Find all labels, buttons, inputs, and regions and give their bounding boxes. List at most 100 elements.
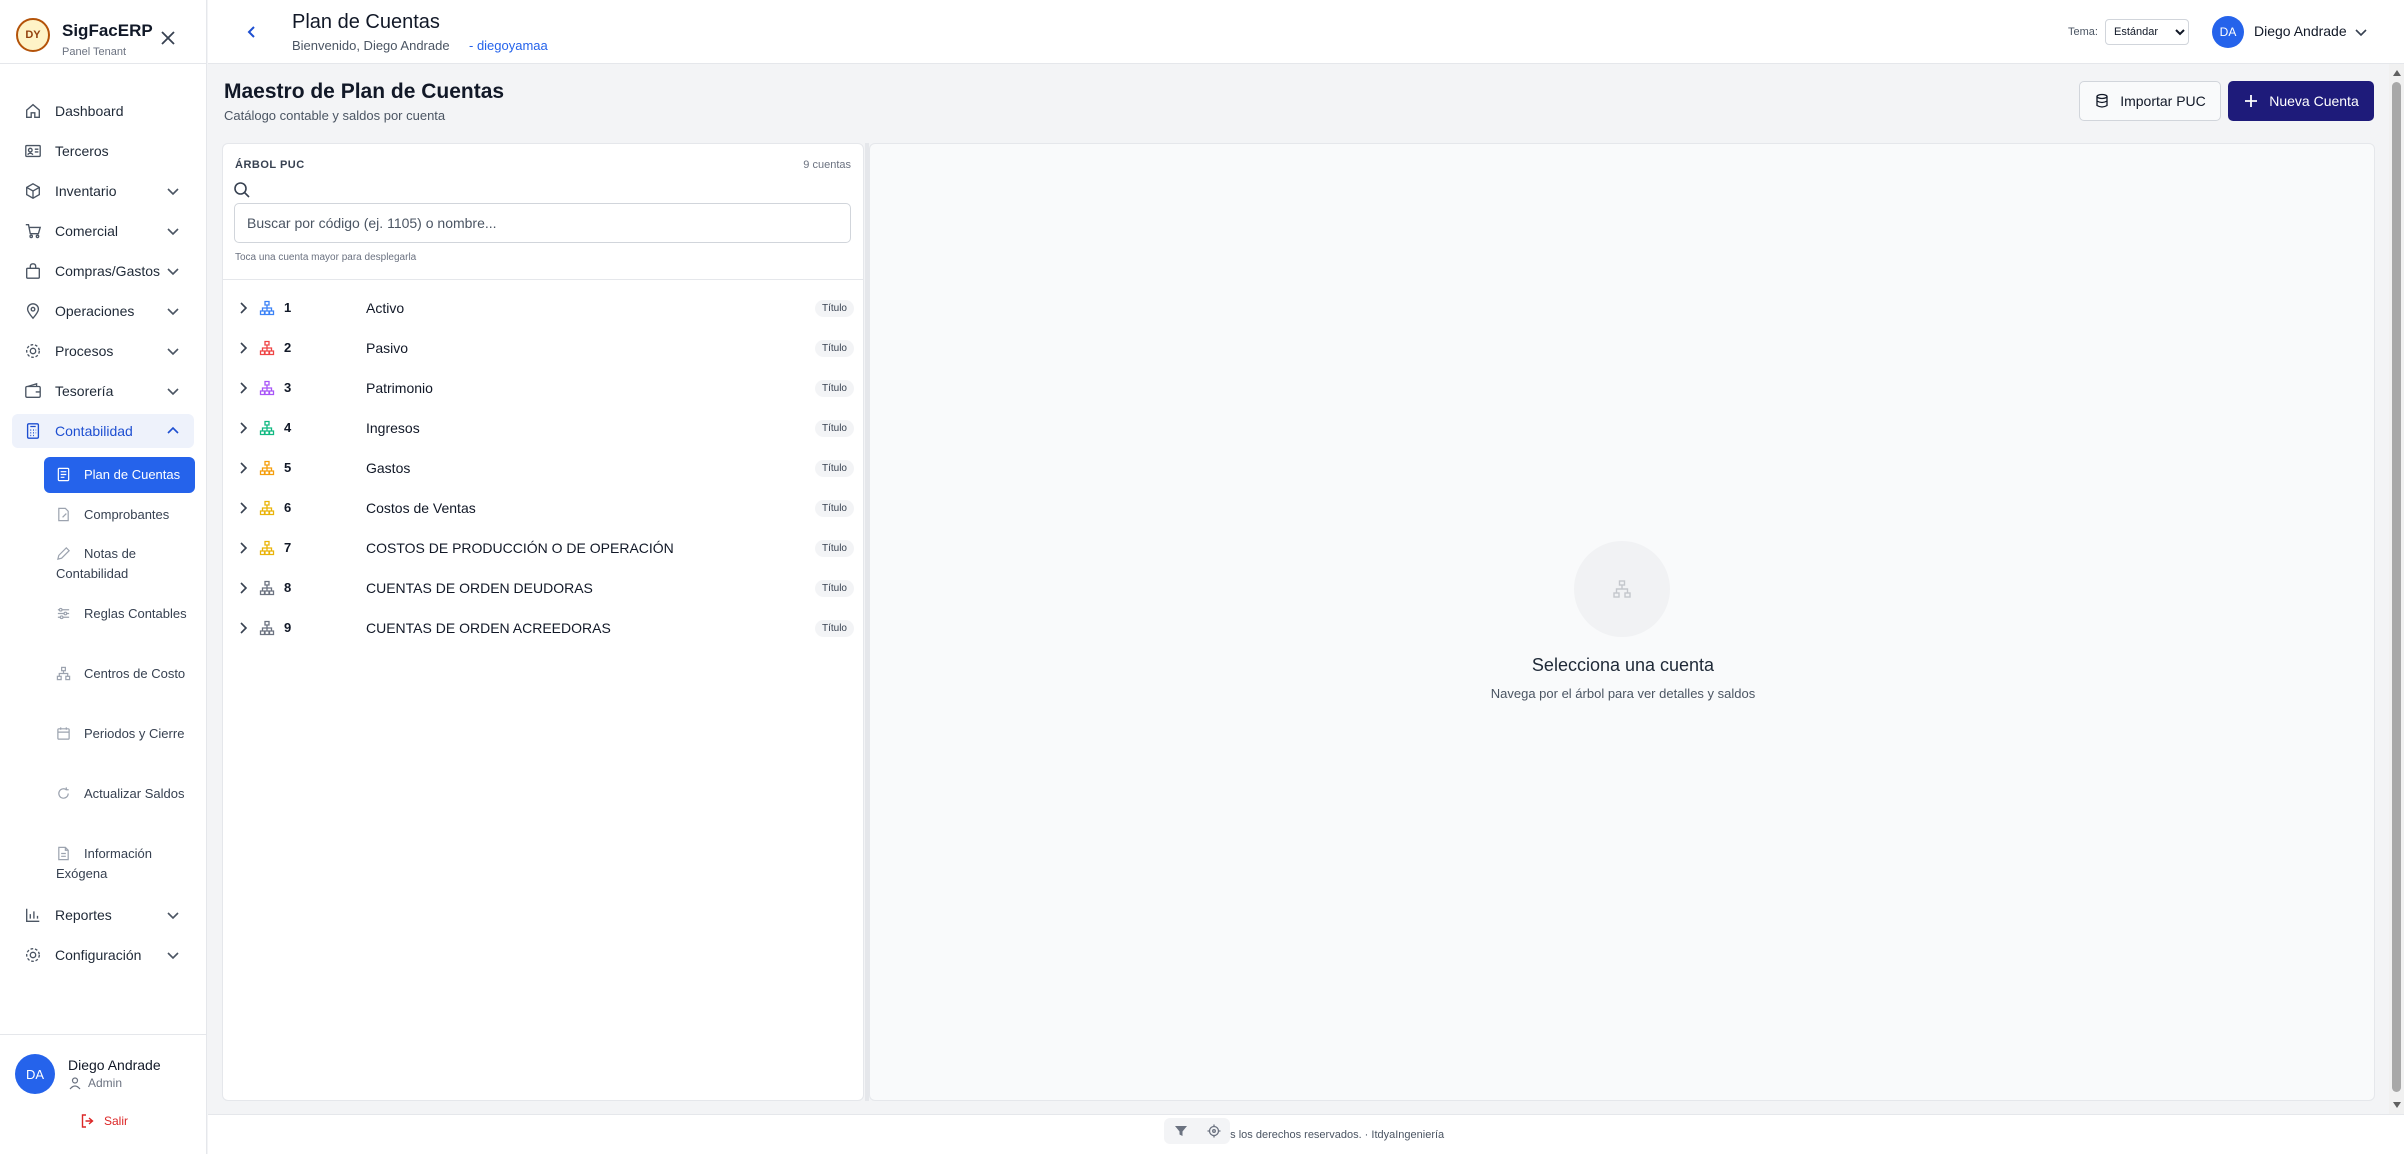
page-subtitle: Catálogo contable y saldos por cuenta <box>224 108 446 123</box>
account-type-badge: Título <box>814 300 854 317</box>
filter-icon[interactable] <box>1174 1124 1188 1138</box>
account-name: Activo <box>366 300 405 316</box>
file-edit-icon <box>58 507 69 522</box>
chevron-up-icon <box>167 426 179 434</box>
account-tree-icon <box>259 300 275 316</box>
sidebar-item-comercial[interactable]: Comercial <box>12 214 194 248</box>
chevron-down-icon <box>167 228 179 236</box>
tree-row[interactable]: 9 CUENTAS DE ORDEN ACREEDORAS Título <box>223 608 863 648</box>
chevron-right-icon[interactable] <box>235 300 251 316</box>
sidebar-subitem-notas[interactable]: Notas de Contabilidad <box>44 544 195 584</box>
import-puc-button[interactable]: Importar PUC <box>2079 81 2221 121</box>
close-icon[interactable] <box>158 28 178 48</box>
empty-state-title: Selecciona una cuenta <box>1531 655 1715 675</box>
search-input[interactable] <box>234 203 851 243</box>
tree-label: ÁRBOL PUC <box>235 159 305 171</box>
sidebar-subitem-centros[interactable]: Centros de Costo <box>44 664 195 684</box>
logout-label: Salir <box>104 1114 129 1128</box>
sidebar-subitem-label: Actualizar Saldos <box>84 786 185 801</box>
tree-row[interactable]: 7 COSTOS DE PRODUCCIÓN O DE OPERACIÓN Títu… <box>223 528 863 568</box>
tree-row[interactable]: 1 Activo Título <box>223 288 863 328</box>
chevron-right-icon[interactable] <box>235 340 251 356</box>
sidebar-item-reportes[interactable]: Reportes <box>12 898 194 932</box>
box-icon <box>26 183 40 199</box>
chevron-right-icon[interactable] <box>235 540 251 556</box>
account-tree-icon <box>259 580 275 596</box>
sidebar-subitem-actualizar-saldos[interactable]: Actualizar Saldos <box>44 784 195 804</box>
new-account-button[interactable]: Nueva Cuenta <box>2228 81 2374 121</box>
sidebar-user-role-text: Admin <box>88 1076 123 1090</box>
account-tree-icon <box>259 340 275 356</box>
sidebar-item-label: Dashboard <box>55 103 124 119</box>
account-detail-panel: Selecciona una cuenta Navega por el árbo… <box>869 143 2375 1101</box>
account-type-badge: Título <box>814 340 854 357</box>
ledger-icon <box>57 467 70 482</box>
tree-row[interactable]: 4 Ingresos Título <box>223 408 863 448</box>
user-icon <box>69 1077 81 1090</box>
tree-row[interactable]: 3 Patrimonio Título <box>223 368 863 408</box>
sidebar-item-contabilidad[interactable]: Contabilidad <box>12 414 194 448</box>
chevron-right-icon[interactable] <box>235 380 251 396</box>
tree-row[interactable]: 8 CUENTAS DE ORDEN DEUDORAS Título <box>223 568 863 608</box>
account-name: COSTOS DE PRODUCCIÓN O DE OPERACIÓN <box>366 540 674 556</box>
sidebar-item-procesos[interactable]: Procesos <box>12 334 194 368</box>
sidebar-item-dashboard[interactable]: Dashboard <box>12 94 194 128</box>
plus-icon <box>2245 95 2258 107</box>
sidebar-subitem-periodos[interactable]: Periodos y Cierre <box>44 724 195 744</box>
sidebar-subitem-plan-de-cuentas[interactable]: Plan de Cuentas <box>44 457 195 493</box>
account-tree-icon <box>259 380 275 396</box>
sidebar-item-operaciones[interactable]: Operaciones <box>12 294 194 328</box>
target-icon[interactable] <box>1207 1124 1221 1138</box>
sidebar-item-label: Operaciones <box>55 303 135 319</box>
chevron-right-icon[interactable] <box>235 620 251 636</box>
tree-row[interactable]: 5 Gastos Título <box>223 448 863 488</box>
avatar[interactable]: DA <box>15 1054 55 1094</box>
page-scrollbar[interactable] <box>2389 64 2404 1114</box>
account-name: Gastos <box>366 460 411 476</box>
sidebar-item-configuracion[interactable]: Configuración <box>12 938 194 972</box>
tree-row[interactable]: 2 Pasivo Título <box>223 328 863 368</box>
back-arrow-icon[interactable] <box>242 22 262 42</box>
page-title: Maestro de Plan de Cuentas <box>224 80 505 103</box>
chevron-down-icon[interactable] <box>2353 24 2369 40</box>
hierarchy-icon <box>1613 580 1631 598</box>
logout-button[interactable]: Salir <box>80 1113 128 1129</box>
header-avatar[interactable]: DA <box>2212 16 2244 48</box>
sidebar-subitem-comprobantes[interactable]: Comprobantes <box>44 505 195 525</box>
sidebar-item-inventario[interactable]: Inventario <box>12 174 194 208</box>
chevron-right-icon[interactable] <box>235 460 251 476</box>
tree-count: 9 cuentas <box>803 159 851 171</box>
sidebar-item-label: Contabilidad <box>55 423 133 439</box>
sidebar-subitem-reglas[interactable]: Reglas Contables <box>44 604 195 624</box>
sidebar-item-label: Reportes <box>55 907 112 923</box>
new-account-label: Nueva Cuenta <box>2269 93 2359 109</box>
sidebar-item-tesoreria[interactable]: Tesorería <box>12 374 194 408</box>
account-type-badge: Título <box>814 460 854 477</box>
sliders-icon <box>57 607 70 620</box>
sidebar-item-terceros[interactable]: Terceros <box>12 134 194 168</box>
refresh-icon <box>58 787 69 799</box>
account-code: 9 <box>284 620 292 635</box>
sidebar-item-compras[interactable]: Compras/Gastos <box>12 254 194 288</box>
account-name: Ingresos <box>366 420 420 436</box>
id-card-icon <box>25 144 41 158</box>
scroll-thumb[interactable] <box>2392 82 2401 1092</box>
tree-row[interactable]: 6 Costos de Ventas Título <box>223 488 863 528</box>
chevron-right-icon[interactable] <box>235 580 251 596</box>
chevron-right-icon[interactable] <box>235 420 251 436</box>
header-tenant-link[interactable]: - diegoyamaa <box>469 38 548 53</box>
cart-icon <box>25 224 42 239</box>
sidebar-subitem-label: Reglas Contables <box>84 606 187 621</box>
tree-header: ÁRBOL PUC 9 cuentas Toca una cuenta mayo… <box>223 144 863 280</box>
chevron-right-icon[interactable] <box>235 500 251 516</box>
scroll-up-arrow[interactable] <box>2393 70 2401 76</box>
wallet-icon <box>25 382 41 398</box>
header-user-name[interactable]: Diego Andrade <box>2254 23 2347 39</box>
sidebar-user-role: Admin <box>68 1076 122 1090</box>
sidebar-item-label: Procesos <box>55 343 114 359</box>
theme-select[interactable]: Estándar <box>2105 19 2189 45</box>
account-type-badge: Título <box>814 580 854 597</box>
scroll-down-arrow[interactable] <box>2393 1102 2401 1108</box>
sidebar-subitem-exogena[interactable]: Información Exógena <box>44 844 195 884</box>
sidebar-subitem-label: Periodos y Cierre <box>84 726 185 741</box>
